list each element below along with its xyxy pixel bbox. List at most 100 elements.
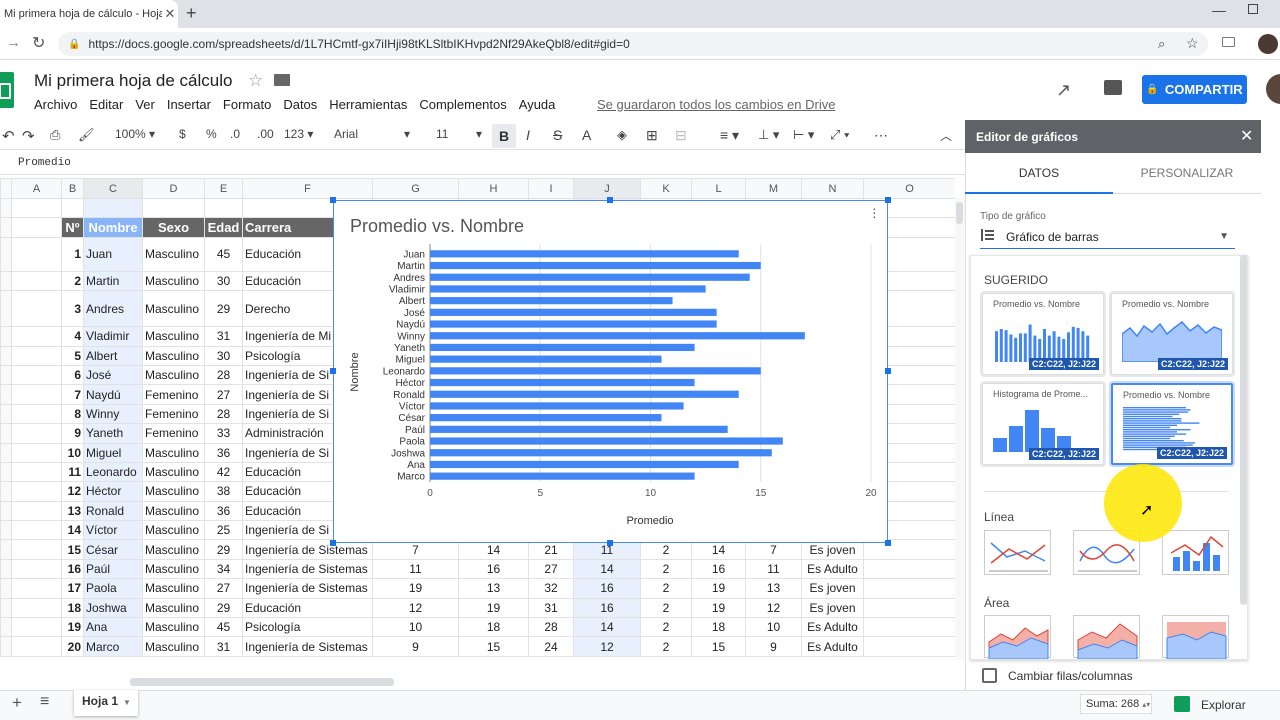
grid-scroll-thumb[interactable] <box>956 202 963 224</box>
cell-n[interactable]: 15 <box>61 539 84 560</box>
cell-n[interactable]: 12 <box>61 481 84 502</box>
cell-n[interactable]: 10 <box>61 442 84 463</box>
add-sheet-icon[interactable]: + <box>12 693 22 713</box>
cell-sexo[interactable]: Masculino <box>142 236 205 272</box>
cell-nombre[interactable]: Naydú <box>83 384 143 405</box>
menu-datos[interactable]: Datos <box>283 97 317 112</box>
header-n[interactable]: Nº <box>61 217 84 238</box>
cell-i[interactable]: 27 <box>528 558 574 580</box>
col-header[interactable]: I <box>528 178 574 199</box>
cell-sexo[interactable]: Masculino <box>142 558 205 580</box>
tab-personalizar[interactable]: PERSONALIZAR <box>1113 153 1261 194</box>
cell-sexo[interactable]: Masculino <box>142 617 205 638</box>
cell-l[interactable]: 19 <box>691 597 746 619</box>
resize-handle[interactable] <box>330 540 336 546</box>
cell-nombre[interactable]: Héctor <box>83 481 143 502</box>
cell-nombre[interactable]: Ronald <box>83 500 143 522</box>
cell-k[interactable]: 2 <box>640 597 692 619</box>
cell-edad[interactable]: 42 <box>204 461 243 483</box>
strikethrough-button[interactable]: S <box>553 127 562 143</box>
cell-edad[interactable]: 27 <box>204 384 243 405</box>
cell-carrera[interactable]: Ingeniería de Sistemas <box>242 578 373 599</box>
menu-herramientas[interactable]: Herramientas <box>329 97 407 112</box>
resize-handle[interactable] <box>607 197 613 203</box>
cell-n[interactable]: 8 <box>61 403 84 425</box>
zoom-select[interactable]: 100% ▾ <box>115 127 155 141</box>
cell-j[interactable]: 16 <box>573 578 641 599</box>
cell-n[interactable]: 17 <box>61 578 84 599</box>
bar-Paúl[interactable] <box>430 425 728 433</box>
bar-José[interactable] <box>430 308 717 316</box>
cell-res[interactable]: Es joven <box>801 578 864 599</box>
undo-icon[interactable]: ↶ <box>2 127 15 145</box>
percent-button[interactable]: % <box>206 127 217 141</box>
more-icon[interactable]: ⋯ <box>874 127 888 144</box>
cell-res[interactable]: Es Adulto <box>801 636 864 657</box>
tab-datos[interactable]: DATOS <box>965 153 1113 194</box>
cell-g[interactable]: 19 <box>372 578 459 599</box>
cell-sexo[interactable]: Masculino <box>142 481 205 502</box>
cell-j[interactable]: 12 <box>573 636 641 657</box>
all-sheets-icon[interactable]: ≡ <box>40 693 49 711</box>
cell-n[interactable]: 9 <box>61 423 84 444</box>
bar-Ana[interactable] <box>430 460 739 469</box>
header-sexo[interactable]: Sexo <box>142 217 205 238</box>
activity-trend-icon[interactable]: ↗ <box>1056 80 1071 101</box>
cell-edad[interactable]: 45 <box>204 236 243 272</box>
cell-i[interactable]: 24 <box>528 636 574 657</box>
borders-icon[interactable]: ⊞ <box>646 127 658 144</box>
bar-César[interactable] <box>430 414 662 422</box>
col-header[interactable]: B <box>61 178 84 199</box>
cell-nombre[interactable]: Paola <box>83 578 143 599</box>
cell-h[interactable]: 19 <box>458 597 529 619</box>
maximize-icon[interactable] <box>1248 4 1258 14</box>
comments-icon[interactable] <box>1104 80 1122 95</box>
cell-edad[interactable]: 29 <box>204 290 243 328</box>
col-header[interactable]: K <box>640 178 692 199</box>
area-chart-option[interactable] <box>984 615 1051 660</box>
cell-sexo[interactable]: Masculino <box>142 364 205 386</box>
resize-handle[interactable] <box>330 368 336 374</box>
cell-l[interactable]: 16 <box>691 558 746 580</box>
resize-handle[interactable] <box>885 540 891 546</box>
cell-edad[interactable]: 36 <box>204 500 243 522</box>
cell-sexo[interactable]: Femenino <box>142 423 205 444</box>
cell-nombre[interactable]: Winny <box>83 403 143 425</box>
cell-k[interactable]: 2 <box>640 617 692 638</box>
bar-Joshwa[interactable] <box>430 449 772 457</box>
col-header[interactable]: O <box>863 178 955 199</box>
bar-Juan[interactable] <box>430 250 739 258</box>
cell-carrera[interactable]: Educación <box>242 597 373 619</box>
cell-edad[interactable]: 45 <box>204 617 243 638</box>
cell-edad[interactable]: 29 <box>204 539 243 560</box>
cell-n[interactable]: 19 <box>61 617 84 638</box>
chart-title[interactable]: Promedio vs. Nombre <box>350 216 524 237</box>
stacked-area-chart-option[interactable] <box>1073 615 1140 660</box>
switch-rows-columns-checkbox[interactable] <box>982 668 997 683</box>
cell-edad[interactable]: 28 <box>204 403 243 425</box>
bar-Yaneth[interactable] <box>430 343 695 352</box>
cell-edad[interactable]: 30 <box>204 345 243 366</box>
cell-h[interactable]: 13 <box>458 578 529 599</box>
col-header[interactable]: G <box>372 178 459 199</box>
sum-indicator[interactable]: Suma: 268 ▴▾ <box>1080 694 1152 714</box>
cell-edad[interactable]: 30 <box>204 270 243 292</box>
star-icon[interactable]: ☆ <box>248 71 263 91</box>
share-button[interactable]: 🔒 COMPARTIR <box>1142 75 1247 104</box>
menu-formato[interactable]: Formato <box>223 97 271 112</box>
minimize-icon[interactable]: — <box>1212 2 1226 18</box>
suggested-chart-histogram[interactable]: Histograma de Prome... C2:C22, J2:J22 <box>980 381 1106 467</box>
cell-j[interactable]: 14 <box>573 617 641 638</box>
cell-nombre[interactable]: Vladimir <box>83 326 143 347</box>
text-color-button[interactable]: A <box>582 127 591 143</box>
bar-Winny[interactable] <box>430 332 805 340</box>
cell-nombre[interactable]: Martin <box>83 270 143 292</box>
col-header[interactable]: J <box>573 178 641 199</box>
bar-Leonardo[interactable] <box>430 367 761 375</box>
cell-g[interactable]: 10 <box>372 617 459 638</box>
cell-edad[interactable]: 38 <box>204 481 243 502</box>
col-header[interactable]: N <box>801 178 864 199</box>
cell-res[interactable]: Es Adulto <box>801 617 864 638</box>
cell-edad[interactable]: 31 <box>204 636 243 657</box>
cell-n[interactable]: 20 <box>61 636 84 657</box>
